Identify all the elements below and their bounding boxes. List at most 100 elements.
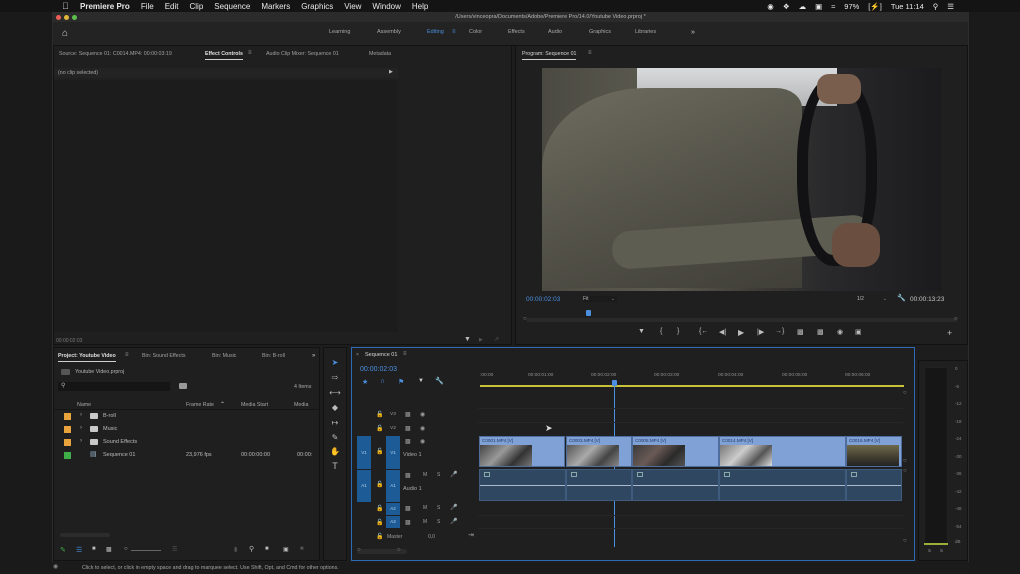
nest-icon[interactable]: ★ bbox=[362, 378, 368, 386]
tab-effect-controls[interactable]: Effect Controls bbox=[205, 51, 243, 60]
program-monitor-title[interactable]: Program: Sequence 01 bbox=[522, 51, 577, 60]
menu-help[interactable]: Help bbox=[412, 2, 428, 11]
go-to-out-icon[interactable]: →} bbox=[775, 328, 784, 335]
sync-lock-icon[interactable]: ▩ bbox=[405, 425, 411, 432]
timeline-ruler[interactable]: :00:00 00:00:01:00 00:00:02:00 00:00:03:… bbox=[478, 370, 908, 390]
battery-icon[interactable]: [⚡] bbox=[868, 2, 882, 11]
scroll-handle-top[interactable]: ○ bbox=[903, 390, 907, 396]
project-item-broll[interactable]: › B-roll bbox=[54, 410, 314, 423]
solo-right-button[interactable]: S bbox=[940, 548, 943, 553]
dropbox-icon[interactable]: ❖ bbox=[783, 2, 790, 11]
lock-track-icon[interactable]: 🔓 bbox=[376, 505, 383, 512]
project-tabs-overflow[interactable]: » bbox=[312, 353, 315, 359]
lift-icon[interactable]: ▩ bbox=[797, 328, 804, 336]
timeline-clip[interactable]: C0008.MP4 [V] bbox=[632, 436, 719, 467]
menu-window[interactable]: Window bbox=[372, 2, 400, 11]
hand-tool-icon[interactable]: ✋ bbox=[329, 447, 341, 456]
add-marker-icon[interactable]: ▼ bbox=[638, 328, 645, 335]
menu-clip[interactable]: Clip bbox=[190, 2, 204, 11]
solo-button[interactable]: S bbox=[437, 472, 440, 478]
sync-lock-icon[interactable]: ▩ bbox=[405, 472, 411, 479]
extract-icon[interactable]: ▩ bbox=[817, 328, 824, 336]
timeline-timecode[interactable]: 00:00:02:03 bbox=[360, 366, 397, 373]
lock-track-icon[interactable]: 🔓 bbox=[376, 533, 383, 540]
workspace-overflow-button[interactable]: » bbox=[691, 29, 695, 36]
workspace-learning[interactable]: Learning bbox=[329, 29, 350, 35]
mark-in-icon[interactable]: { bbox=[660, 328, 662, 335]
step-forward-icon[interactable]: |▶ bbox=[757, 328, 764, 336]
sequence-tab[interactable]: Sequence 01 bbox=[365, 352, 397, 358]
workspace-audio[interactable]: Audio bbox=[548, 29, 562, 35]
source-patch-a1[interactable]: A1 bbox=[357, 470, 371, 502]
menu-sequence[interactable]: Sequence bbox=[214, 2, 250, 11]
menu-file[interactable]: File bbox=[141, 2, 154, 11]
export-frame-camera-icon[interactable]: ◉ bbox=[837, 328, 843, 336]
scrub-end-handle[interactable]: ○ bbox=[954, 316, 958, 322]
toggle-output-eye-icon[interactable]: ◉ bbox=[420, 438, 425, 445]
toggle-output-eye-icon[interactable]: ◉ bbox=[420, 425, 425, 432]
find-icon[interactable]: ⚲ bbox=[249, 545, 254, 553]
workspace-assembly[interactable]: Assembly bbox=[377, 29, 401, 35]
scrub-start-handle[interactable]: ○ bbox=[523, 316, 527, 322]
lock-track-icon[interactable]: 🔓 bbox=[376, 411, 383, 418]
solo-button[interactable]: S bbox=[437, 505, 440, 511]
freeform-view-icon[interactable]: ▩ bbox=[106, 546, 112, 553]
go-to-end-icon[interactable]: ⇥ bbox=[468, 531, 474, 539]
workspace-effects[interactable]: Effects bbox=[508, 29, 525, 35]
volume-rubber-band[interactable] bbox=[567, 485, 631, 486]
master-volume-value[interactable]: 0,0 bbox=[428, 534, 435, 540]
lock-track-icon[interactable]: 🔓 bbox=[376, 481, 383, 488]
volume-rubber-band[interactable] bbox=[480, 485, 565, 486]
wifi-icon[interactable]: ≈ bbox=[831, 2, 835, 11]
mark-out-icon[interactable]: } bbox=[677, 328, 679, 335]
pen-tool-icon[interactable]: ✎ bbox=[329, 433, 341, 442]
workspace-color[interactable]: Color bbox=[469, 29, 482, 35]
step-back-icon[interactable]: ◀| bbox=[719, 328, 726, 336]
track-target-v1[interactable]: V1 bbox=[386, 436, 400, 469]
column-frame-rate[interactable]: Frame Rate bbox=[186, 402, 214, 408]
type-tool-icon[interactable]: T bbox=[329, 461, 341, 471]
snap-magnet-icon[interactable]: ∩ bbox=[380, 378, 385, 385]
selection-tool-icon[interactable]: ➤ bbox=[329, 358, 341, 367]
menu-markers[interactable]: Markers bbox=[261, 2, 290, 11]
project-horizontal-scrollbar[interactable] bbox=[60, 533, 110, 537]
column-media[interactable]: Media bbox=[294, 402, 308, 408]
workspace-menu-icon[interactable]: ≡ bbox=[452, 29, 456, 35]
ripple-edit-tool-icon[interactable]: ⟷ bbox=[329, 388, 341, 397]
audio-clip[interactable] bbox=[632, 469, 719, 501]
workspace-editing[interactable]: Editing bbox=[427, 29, 444, 35]
export-icon[interactable]: ↗ bbox=[494, 336, 499, 343]
program-menu-icon[interactable]: ≡ bbox=[588, 50, 592, 56]
work-area-bar[interactable] bbox=[480, 385, 904, 387]
razor-tool-icon[interactable]: ◆ bbox=[329, 403, 341, 412]
play-button[interactable]: ▶ bbox=[738, 328, 744, 337]
close-sequence-icon[interactable]: × bbox=[356, 352, 359, 358]
pencil-writable-icon[interactable]: ✎ bbox=[60, 546, 66, 554]
toggle-output-eye-icon[interactable]: ◉ bbox=[420, 411, 425, 418]
tab-project[interactable]: Project: Youtube Video bbox=[58, 353, 116, 362]
slip-tool-icon[interactable]: ↦ bbox=[329, 418, 341, 427]
tab-bin-music[interactable]: Bin: Music bbox=[212, 353, 236, 359]
tab-bin-broll[interactable]: Bin: B-roll bbox=[262, 353, 285, 359]
timeline-clip[interactable]: C0003.MP4 [V] bbox=[566, 436, 632, 467]
label-color-swatch[interactable] bbox=[64, 426, 71, 433]
panel-menu-icon[interactable]: ≡ bbox=[248, 50, 252, 56]
zoom-handle-left[interactable]: ○ bbox=[357, 547, 361, 553]
timeline-zoom-scrollbar[interactable]: ○ ○ bbox=[357, 547, 407, 554]
new-bin-icon[interactable] bbox=[179, 383, 187, 389]
sequence-menu-icon[interactable]: ≡ bbox=[403, 351, 407, 357]
audio-clip[interactable] bbox=[479, 469, 566, 501]
mute-button[interactable]: M bbox=[423, 472, 427, 478]
mute-button[interactable]: M bbox=[423, 505, 427, 511]
audio-clip[interactable] bbox=[566, 469, 632, 501]
track-target-a3[interactable]: A3 bbox=[386, 516, 400, 528]
timeline-clip[interactable]: C0001.MP4 [V] bbox=[479, 436, 565, 467]
expand-arrow-icon[interactable]: ▶ bbox=[389, 69, 393, 75]
tab-bin-sound-effects[interactable]: Bin: Sound Effects bbox=[142, 353, 185, 359]
project-item-music[interactable]: › Music bbox=[54, 423, 314, 436]
timeline-vertical-scrollbar[interactable]: ○ ○ ○ ○ bbox=[903, 390, 909, 544]
lock-track-icon[interactable]: 🔓 bbox=[376, 425, 383, 432]
mute-button[interactable]: M bbox=[423, 519, 427, 525]
record-icon[interactable]: ◉ bbox=[767, 2, 774, 11]
scroll-handle-mid[interactable]: ○ bbox=[903, 458, 907, 464]
